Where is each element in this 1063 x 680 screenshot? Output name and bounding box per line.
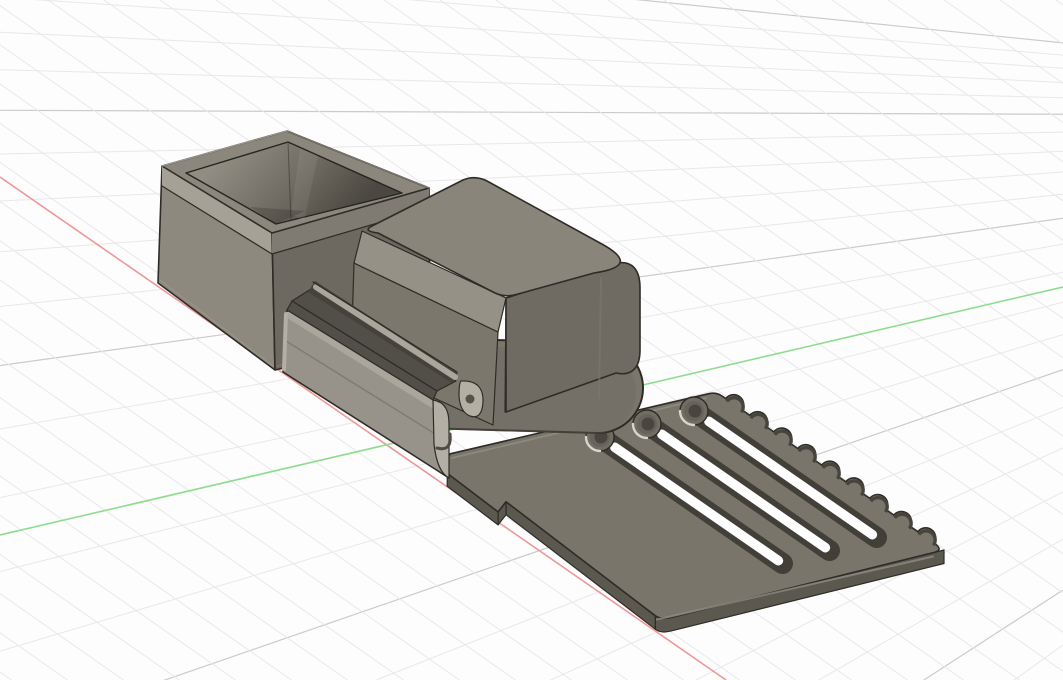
scene-canvas <box>0 0 1063 680</box>
clip-left-end-face <box>282 312 288 371</box>
clip-back-wall-end-hole <box>465 394 475 404</box>
cad-viewport[interactable] <box>0 0 1063 680</box>
